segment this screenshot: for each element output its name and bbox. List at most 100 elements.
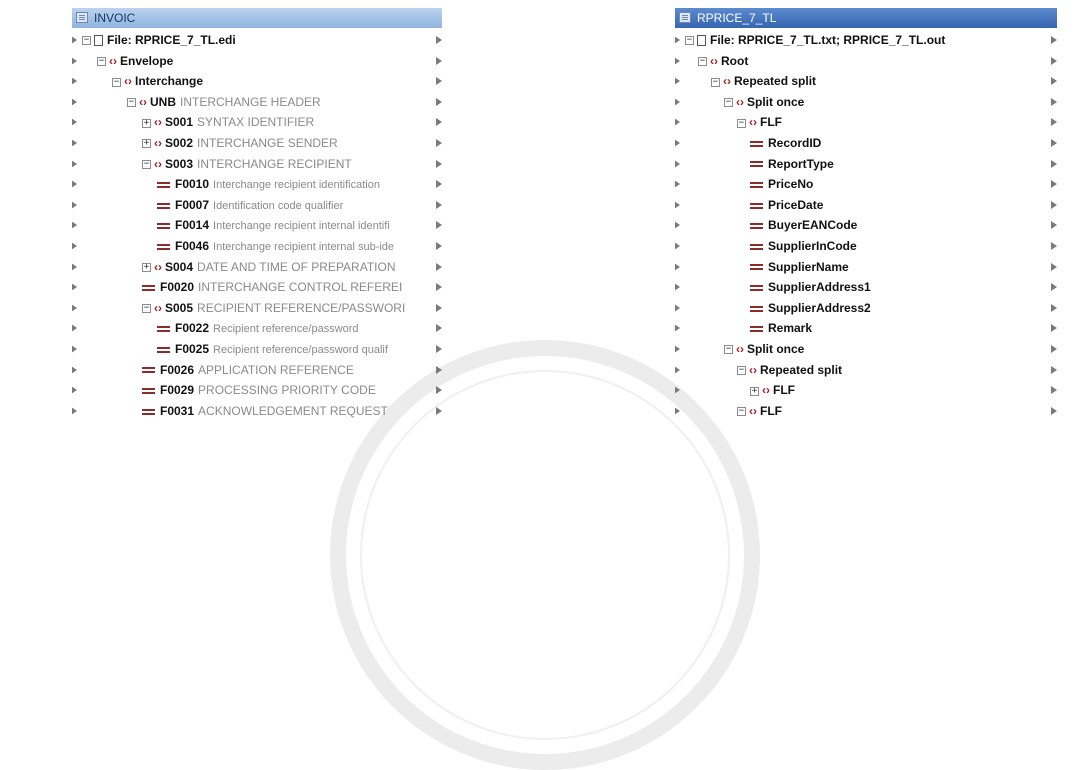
output-connector-icon[interactable] (1051, 200, 1057, 209)
input-connector-icon[interactable] (675, 262, 680, 271)
input-connector-icon[interactable] (675, 406, 680, 415)
expand-icon[interactable]: + (142, 118, 151, 128)
output-connector-icon[interactable] (1051, 56, 1057, 65)
collapse-icon[interactable]: − (737, 365, 746, 375)
output-connector-icon[interactable] (1051, 262, 1057, 271)
input-connector-icon[interactable] (72, 97, 77, 106)
tree-row[interactable]: F0031 ACKNOWLEDGEMENT REQUEST (142, 401, 388, 421)
output-connector-icon[interactable] (1051, 97, 1057, 106)
tree-row[interactable]: − ‹› Split once (724, 339, 804, 359)
collapse-icon[interactable]: − (97, 56, 106, 66)
tree-row[interactable]: SupplierAddress2 (750, 298, 871, 318)
output-connector-icon[interactable] (436, 97, 442, 106)
collapse-icon[interactable]: − (82, 36, 91, 46)
output-connector-icon[interactable] (436, 242, 442, 250)
output-connector-icon[interactable] (436, 386, 442, 395)
tree-row[interactable]: BuyerEANCode (750, 215, 857, 235)
tree-row[interactable]: − File: RPRICE_7_TL.edi (82, 30, 236, 50)
tree-row[interactable]: F0025 Recipient reference/password qualif (157, 339, 388, 359)
output-connector-icon[interactable] (436, 200, 442, 209)
tree-row[interactable]: − ‹› Repeated split (737, 360, 842, 380)
tree-row[interactable]: − ‹› FLF (737, 401, 782, 421)
tree-row[interactable]: − ‹› Split once (724, 92, 804, 112)
input-connector-icon[interactable] (675, 56, 680, 65)
collapse-icon[interactable]: − (142, 304, 151, 314)
input-connector-icon[interactable] (72, 36, 77, 44)
tree-row[interactable]: F0022 Recipient reference/password (157, 318, 359, 338)
tree-row[interactable]: − ‹› S003 INTERCHANGE RECIPIENT (142, 154, 352, 174)
collapse-icon[interactable]: − (142, 159, 151, 169)
expand-icon[interactable]: + (142, 262, 151, 272)
output-connector-icon[interactable] (436, 345, 442, 353)
output-connector-icon[interactable] (1051, 180, 1057, 189)
output-connector-icon[interactable] (1051, 36, 1057, 44)
tree-row[interactable]: − ‹› UNB INTERCHANGE HEADER (127, 92, 321, 112)
input-connector-icon[interactable] (675, 118, 680, 127)
input-connector-icon[interactable] (675, 36, 680, 44)
input-connector-icon[interactable] (72, 242, 77, 250)
output-connector-icon[interactable] (436, 180, 442, 189)
tree-row[interactable]: − ‹› Envelope (97, 51, 173, 71)
input-connector-icon[interactable] (72, 303, 77, 312)
output-connector-icon[interactable] (1051, 139, 1057, 147)
tree-row[interactable]: − ‹› S005 RECIPIENT REFERENCE/PASSWORI (142, 298, 405, 318)
input-connector-icon[interactable] (72, 365, 77, 374)
invoic-component[interactable]: INVOIC − File: RPRICE_7_TL.edi − ‹› Envelope… (72, 8, 444, 426)
input-connector-icon[interactable] (72, 180, 77, 189)
output-connector-icon[interactable] (1051, 303, 1057, 312)
input-connector-icon[interactable] (72, 406, 77, 415)
tree-row[interactable]: F0020 INTERCHANGE CONTROL REFEREI (142, 277, 402, 297)
input-connector-icon[interactable] (72, 118, 77, 127)
collapse-icon[interactable]: − (112, 77, 121, 87)
output-connector-icon[interactable] (436, 406, 442, 415)
collapse-icon[interactable]: − (698, 56, 707, 66)
input-connector-icon[interactable] (675, 386, 680, 395)
rprice-tree[interactable]: − File: RPRICE_7_TL.txt; RPRICE_7_TL.out −… (675, 28, 1065, 426)
collapse-icon[interactable]: − (737, 118, 746, 128)
expand-icon[interactable]: + (142, 139, 151, 149)
tree-row[interactable]: F0029 PROCESSING PRIORITY CODE (142, 380, 376, 400)
tree-row[interactable]: F0014 Interchange recipient internal iden… (157, 215, 390, 235)
output-connector-icon[interactable] (1051, 118, 1057, 127)
input-connector-icon[interactable] (675, 139, 680, 147)
output-connector-icon[interactable] (1051, 159, 1057, 168)
tree-row[interactable]: ReportType (750, 154, 834, 174)
output-connector-icon[interactable] (436, 56, 442, 65)
output-connector-icon[interactable] (1051, 365, 1057, 374)
input-connector-icon[interactable] (675, 242, 680, 250)
input-connector-icon[interactable] (675, 159, 680, 168)
tree-row[interactable]: PriceNo (750, 174, 813, 194)
input-connector-icon[interactable] (675, 345, 680, 353)
output-connector-icon[interactable] (436, 324, 442, 333)
collapse-icon[interactable]: − (724, 345, 733, 355)
collapse-icon[interactable]: − (685, 36, 694, 46)
input-connector-icon[interactable] (72, 283, 77, 292)
output-connector-icon[interactable] (1051, 324, 1057, 333)
output-connector-icon[interactable] (1051, 345, 1057, 353)
input-connector-icon[interactable] (72, 139, 77, 147)
input-connector-icon[interactable] (72, 221, 77, 230)
tree-row[interactable]: − ‹› Interchange (112, 71, 203, 91)
tree-row[interactable]: + ‹› S001 SYNTAX IDENTIFIER (142, 112, 314, 132)
tree-row[interactable]: + ‹› S002 INTERCHANGE SENDER (142, 133, 338, 153)
output-connector-icon[interactable] (436, 36, 442, 44)
tree-row[interactable]: + ‹› FLF (750, 380, 795, 400)
output-connector-icon[interactable] (1051, 221, 1057, 230)
tree-row[interactable]: SupplierInCode (750, 236, 857, 256)
output-connector-icon[interactable] (1051, 283, 1057, 292)
input-connector-icon[interactable] (72, 56, 77, 65)
output-connector-icon[interactable] (436, 118, 442, 127)
input-connector-icon[interactable] (675, 365, 680, 374)
input-connector-icon[interactable] (675, 221, 680, 230)
input-connector-icon[interactable] (72, 262, 77, 271)
tree-row[interactable]: − ‹› FLF (737, 112, 782, 132)
output-connector-icon[interactable] (436, 303, 442, 312)
tree-row[interactable]: − ‹› Root (698, 51, 748, 71)
input-connector-icon[interactable] (675, 77, 680, 86)
input-connector-icon[interactable] (675, 200, 680, 209)
tree-row[interactable]: F0010 Interchange recipient identificatio… (157, 174, 380, 194)
input-connector-icon[interactable] (72, 345, 77, 353)
tree-row[interactable]: + ‹› S004 DATE AND TIME OF PREPARATION (142, 257, 396, 277)
collapse-icon[interactable]: − (737, 407, 746, 417)
tree-row[interactable]: F0007 Identification code qualifier (157, 195, 343, 215)
